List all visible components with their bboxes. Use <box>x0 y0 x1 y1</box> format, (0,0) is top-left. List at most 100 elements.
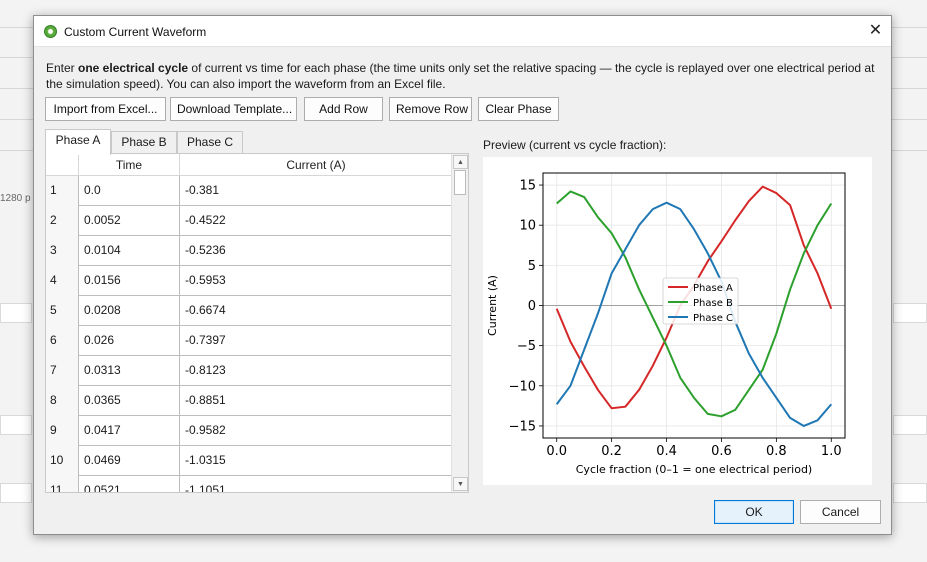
time-cell[interactable]: 0.0052 <box>79 206 180 236</box>
current-cell[interactable]: -0.8123 <box>180 356 452 386</box>
time-cell[interactable]: 0.0104 <box>79 236 180 266</box>
legend-label: Phase B <box>693 298 733 309</box>
preview-label: Preview (current vs cycle fraction): <box>483 138 667 152</box>
row-number-header <box>46 154 79 176</box>
row-number: 1 <box>46 176 79 206</box>
current-column-header[interactable]: Current (A) <box>180 154 452 176</box>
title-bar[interactable]: Custom Current Waveform ✕ <box>34 16 891 47</box>
row-number: 5 <box>46 296 79 326</box>
instructions-bold: one electrical cycle <box>78 61 189 75</box>
custom-waveform-dialog: Custom Current Waveform ✕ Enter one elec… <box>33 15 892 535</box>
x-tick-label: 0.8 <box>766 444 787 459</box>
time-column-header[interactable]: Time <box>79 154 180 176</box>
row-number: 10 <box>46 446 79 476</box>
current-cell[interactable]: -0.8851 <box>180 386 452 416</box>
current-cell[interactable]: -0.5953 <box>180 266 452 296</box>
row-number: 4 <box>46 266 79 296</box>
current-cell[interactable]: -0.9582 <box>180 416 452 446</box>
background-field <box>0 303 32 323</box>
table-row[interactable]: 9 0.0417 -0.9582 <box>46 416 452 446</box>
time-cell[interactable]: 0.0417 <box>79 416 180 446</box>
table-row[interactable]: 4 0.0156 -0.5953 <box>46 266 452 296</box>
chart-legend: Phase A Phase B Phase C <box>662 277 739 325</box>
x-tick-label: 1.0 <box>821 444 842 459</box>
background-field <box>0 415 32 435</box>
scroll-thumb[interactable] <box>454 170 466 195</box>
add-row-button[interactable]: Add Row <box>304 97 383 121</box>
x-tick-label: 0.6 <box>711 444 732 459</box>
clear-phase-button[interactable]: Clear Phase <box>478 97 559 121</box>
table-row[interactable]: 5 0.0208 -0.6674 <box>46 296 452 326</box>
y-tick-label: 5 <box>528 259 536 274</box>
tab-phase-a[interactable]: Phase A <box>45 129 111 155</box>
x-tick-label: 0.2 <box>601 444 622 459</box>
table-row[interactable]: 11 0.0521 -1.1051 <box>46 476 452 492</box>
time-cell[interactable]: 0.0365 <box>79 386 180 416</box>
dialog-title: Custom Current Waveform <box>64 25 207 39</box>
row-number: 11 <box>46 476 79 492</box>
current-cell[interactable]: -0.5236 <box>180 236 452 266</box>
import-excel-button[interactable]: Import from Excel... <box>45 97 166 121</box>
current-cell[interactable]: -0.7397 <box>180 326 452 356</box>
table-row[interactable]: 8 0.0365 -0.8851 <box>46 386 452 416</box>
row-number: 9 <box>46 416 79 446</box>
x-axis-label: Cycle fraction (0–1 = one electrical per… <box>576 463 812 476</box>
remove-row-button[interactable]: Remove Row <box>389 97 472 121</box>
current-cell[interactable]: -0.4522 <box>180 206 452 236</box>
time-cell[interactable]: 0.0 <box>79 176 180 206</box>
instructions-text: Enter one electrical cycle of current vs… <box>46 60 881 92</box>
y-tick-label: 0 <box>528 299 536 314</box>
y-tick-label: −10 <box>509 379 536 394</box>
table-row[interactable]: 10 0.0469 -1.0315 <box>46 446 452 476</box>
row-number: 7 <box>46 356 79 386</box>
current-cell[interactable]: -0.6674 <box>180 296 452 326</box>
table-row[interactable]: 6 0.026 -0.7397 <box>46 326 452 356</box>
y-tick-label: 15 <box>519 179 536 194</box>
table-row[interactable]: 2 0.0052 -0.4522 <box>46 206 452 236</box>
y-tick-label: 10 <box>519 219 536 234</box>
time-cell[interactable]: 0.0521 <box>79 476 180 492</box>
waveform-preview-plot: 0.0 0.2 0.4 0.6 0.8 1.0 −15 −10 −5 0 5 10 15 Cycle fr… <box>483 157 872 485</box>
legend-label: Phase A <box>693 283 733 294</box>
row-number: 6 <box>46 326 79 356</box>
table-header: Time Current (A) <box>46 154 452 176</box>
time-cell[interactable]: 0.0313 <box>79 356 180 386</box>
table-scrollbar[interactable]: ▲ ▼ <box>451 154 468 492</box>
current-cell[interactable]: -1.0315 <box>180 446 452 476</box>
app-icon <box>44 25 57 38</box>
table-row[interactable]: 7 0.0313 -0.8123 <box>46 356 452 386</box>
time-cell[interactable]: 0.026 <box>79 326 180 356</box>
y-tick-label: −5 <box>517 339 536 354</box>
x-tick-label: 0.4 <box>656 444 677 459</box>
table-row[interactable]: 3 0.0104 -0.5236 <box>46 236 452 266</box>
row-number: 3 <box>46 236 79 266</box>
y-tick-label: −15 <box>509 419 536 434</box>
y-axis-label: Current (A) <box>486 275 499 336</box>
x-tick-label: 0.0 <box>546 444 567 459</box>
ok-button[interactable]: OK <box>714 500 794 524</box>
time-cell[interactable]: 0.0208 <box>79 296 180 326</box>
instructions-pre: Enter <box>46 61 79 75</box>
tab-phase-c[interactable]: Phase C <box>177 131 243 154</box>
cancel-button[interactable]: Cancel <box>800 500 881 524</box>
download-template-button[interactable]: Download Template... <box>170 97 297 121</box>
row-number: 2 <box>46 206 79 236</box>
row-number: 8 <box>46 386 79 416</box>
scroll-up-icon[interactable]: ▲ <box>453 155 468 169</box>
current-cell[interactable]: -1.1051 <box>180 476 452 492</box>
current-cell[interactable]: -0.381 <box>180 176 452 206</box>
legend-label: Phase C <box>693 313 733 324</box>
background-field <box>893 303 927 323</box>
time-cell[interactable]: 0.0469 <box>79 446 180 476</box>
time-cell[interactable]: 0.0156 <box>79 266 180 296</box>
tab-phase-b[interactable]: Phase B <box>111 131 177 154</box>
background-field <box>893 415 927 435</box>
chart-svg: 0.0 0.2 0.4 0.6 0.8 1.0 −15 −10 −5 0 5 10 15 Cycle fr… <box>486 172 846 476</box>
table-row[interactable]: 1 0.0 -0.381 <box>46 176 452 206</box>
background-field <box>893 483 927 503</box>
close-button[interactable]: ✕ <box>860 16 891 47</box>
background-label: 1280 p <box>0 193 31 204</box>
waveform-table: Time Current (A) 1 0.0 -0.381 2 0.0052 -0.452… <box>45 153 469 493</box>
close-icon: ✕ <box>868 22 883 39</box>
scroll-down-icon[interactable]: ▼ <box>453 477 468 491</box>
